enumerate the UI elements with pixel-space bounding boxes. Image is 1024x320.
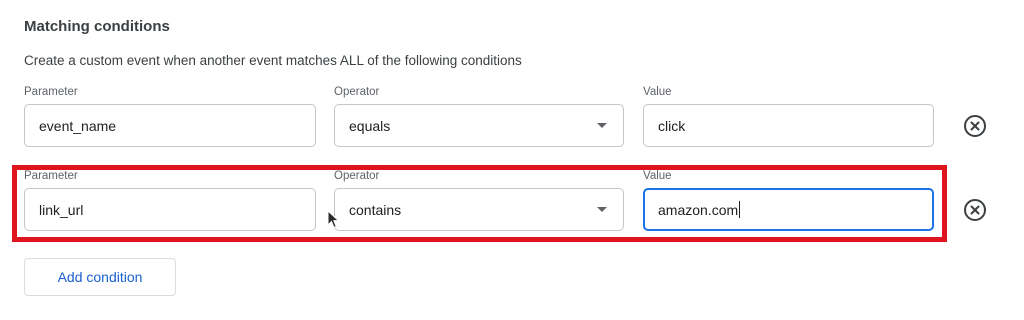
close-icon bbox=[970, 121, 980, 131]
dropdown-arrow-icon bbox=[597, 207, 607, 212]
parameter-input-value: link_url bbox=[39, 201, 84, 218]
operator-field: Operator contains bbox=[334, 170, 624, 232]
value-field: Value click bbox=[643, 86, 934, 148]
value-label: Value bbox=[643, 170, 672, 182]
operator-select[interactable]: contains bbox=[334, 188, 624, 231]
parameter-field: Parameter link_url bbox=[24, 170, 316, 232]
operator-select-value: equals bbox=[349, 117, 391, 134]
parameter-label: Parameter bbox=[24, 86, 78, 98]
operator-select-value: contains bbox=[349, 201, 402, 218]
close-icon bbox=[970, 205, 980, 215]
add-condition-button[interactable]: Add condition bbox=[24, 258, 176, 296]
parameter-field: Parameter event_name bbox=[24, 86, 316, 148]
section-title: Matching conditions bbox=[24, 18, 170, 35]
operator-field: Operator equals bbox=[334, 86, 624, 148]
value-label: Value bbox=[643, 86, 672, 98]
value-input-value: amazon.com bbox=[658, 201, 739, 218]
value-field: Value amazon.com bbox=[643, 170, 934, 232]
parameter-input[interactable]: event_name bbox=[24, 104, 316, 147]
value-input[interactable]: amazon.com bbox=[643, 188, 934, 231]
operator-label: Operator bbox=[334, 86, 380, 98]
parameter-input-value: event_name bbox=[39, 117, 117, 134]
condition-row: Parameter link_url Operator contains Val… bbox=[0, 170, 1024, 240]
operator-select[interactable]: equals bbox=[334, 104, 624, 147]
operator-label: Operator bbox=[334, 170, 380, 182]
matching-conditions-panel: Matching conditions Create a custom even… bbox=[0, 0, 1024, 320]
value-input-value: click bbox=[658, 117, 686, 134]
text-cursor bbox=[739, 201, 741, 218]
value-input[interactable]: click bbox=[643, 104, 934, 147]
section-description: Create a custom event when another event… bbox=[24, 53, 522, 68]
dropdown-arrow-icon bbox=[597, 123, 607, 128]
remove-condition-button[interactable] bbox=[964, 115, 986, 137]
parameter-input[interactable]: link_url bbox=[24, 188, 316, 231]
parameter-label: Parameter bbox=[24, 170, 78, 182]
condition-row: Parameter event_name Operator equals Val… bbox=[0, 86, 1024, 156]
remove-condition-button[interactable] bbox=[964, 199, 986, 221]
